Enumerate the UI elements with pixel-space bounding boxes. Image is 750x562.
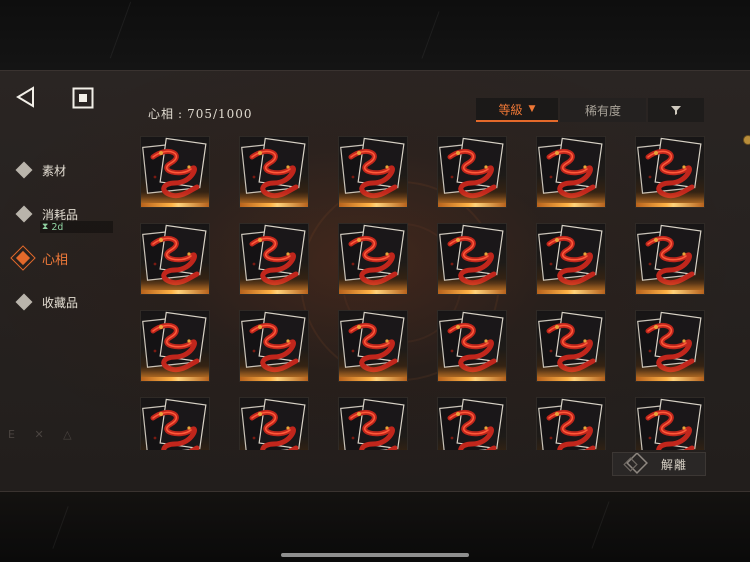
release-label: 解離 <box>661 457 688 472</box>
psyche-card[interactable] <box>140 397 210 450</box>
card-glow-bar <box>438 290 506 294</box>
psyche-card[interactable] <box>437 397 507 450</box>
card-glow-bar <box>636 290 704 294</box>
psyche-card[interactable] <box>536 397 606 450</box>
sort-level-label: 等級 <box>498 102 523 117</box>
card-glow-bar <box>240 203 308 207</box>
timer-value: 2d <box>51 221 64 233</box>
red-serpent-portrait-icon <box>142 398 207 450</box>
sidebar-item-label: 心相 <box>42 252 69 268</box>
back-triangle-icon <box>16 86 34 108</box>
card-glow-bar <box>438 377 506 381</box>
psyche-card[interactable] <box>437 136 507 208</box>
sidebar-item-materials[interactable]: 素材 <box>14 155 66 185</box>
diamond-icon <box>15 205 33 223</box>
card-glow-bar <box>141 290 209 294</box>
card-glow-bar <box>636 203 704 207</box>
sidebar-item-label: 素材 <box>42 163 67 178</box>
top-background <box>0 0 750 70</box>
red-serpent-portrait-icon <box>340 398 405 450</box>
psyche-card[interactable] <box>635 397 705 450</box>
psyche-card[interactable] <box>140 136 210 208</box>
faint-marks: E ✕ △ <box>8 428 80 441</box>
card-glow-bar <box>339 203 407 207</box>
psyche-card[interactable] <box>239 223 309 295</box>
diamond-active-icon <box>10 245 36 271</box>
count-label: 心相 <box>148 107 175 121</box>
sidebar-item-label: 收藏品 <box>42 295 79 310</box>
psyche-count: 心相:705/1000 <box>148 105 253 122</box>
psyche-grid <box>130 130 720 450</box>
psyche-card[interactable] <box>536 223 606 295</box>
sort-rarity-label: 稀有度 <box>584 103 621 118</box>
red-serpent-portrait-icon <box>538 398 603 450</box>
bottom-background <box>0 492 750 562</box>
sort-arrow-icon: ▼ <box>528 104 536 114</box>
psyche-card[interactable] <box>635 136 705 208</box>
psyche-card[interactable] <box>338 223 408 295</box>
home-indicator[interactable] <box>281 553 469 557</box>
psyche-card[interactable] <box>437 223 507 295</box>
psyche-card[interactable] <box>635 310 705 382</box>
home-square-icon <box>72 87 94 109</box>
filter-funnel-icon <box>671 106 681 115</box>
psyche-card[interactable] <box>437 310 507 382</box>
psyche-card[interactable] <box>635 223 705 295</box>
sort-level-tab[interactable]: 等級 ▼ <box>476 98 558 122</box>
timer-badge: ⧗ 2d <box>40 221 114 233</box>
psyche-card[interactable] <box>239 397 309 450</box>
count-separator: : <box>178 107 184 121</box>
sort-bar: 等級 ▼ 稀有度 <box>476 98 646 122</box>
psyche-card[interactable] <box>239 310 309 382</box>
psyche-card[interactable] <box>140 310 210 382</box>
diamond-icon <box>15 161 33 179</box>
psyche-card[interactable] <box>338 310 408 382</box>
sidebar-item-psyche[interactable]: 心相 <box>10 243 69 273</box>
sidebar-item-label: 消耗品 <box>42 207 79 222</box>
card-glow-bar <box>141 203 209 207</box>
card-glow-bar <box>438 203 506 207</box>
hourglass-icon: ⧗ <box>42 222 49 232</box>
filter-button[interactable] <box>648 98 704 122</box>
card-glow-bar <box>537 203 605 207</box>
red-serpent-portrait-icon <box>241 398 306 450</box>
card-glow-bar <box>636 377 704 381</box>
release-button[interactable]: 解離 <box>612 452 706 476</box>
card-glow-bar <box>537 290 605 294</box>
back-button[interactable] <box>14 85 38 109</box>
home-button[interactable] <box>72 87 94 109</box>
card-glow-bar <box>240 290 308 294</box>
psyche-card[interactable] <box>239 136 309 208</box>
red-serpent-portrait-icon <box>637 398 702 450</box>
psyche-card[interactable] <box>338 136 408 208</box>
red-serpent-portrait-icon <box>439 398 504 450</box>
edge-indicator <box>743 135 750 145</box>
psyche-card[interactable] <box>536 136 606 208</box>
diamond-frame-icon <box>623 453 648 474</box>
diamond-icon <box>15 293 33 311</box>
psyche-card[interactable] <box>140 223 210 295</box>
psyche-card[interactable] <box>338 397 408 450</box>
card-glow-bar <box>339 290 407 294</box>
card-glow-bar <box>339 377 407 381</box>
card-glow-bar <box>240 377 308 381</box>
sidebar-item-collectibles[interactable]: 收藏品 <box>14 287 78 317</box>
count-value: 705/1000 <box>187 107 253 121</box>
sort-rarity-tab[interactable]: 稀有度 <box>560 98 646 122</box>
psyche-card[interactable] <box>536 310 606 382</box>
card-glow-bar <box>141 377 209 381</box>
card-glow-bar <box>537 377 605 381</box>
